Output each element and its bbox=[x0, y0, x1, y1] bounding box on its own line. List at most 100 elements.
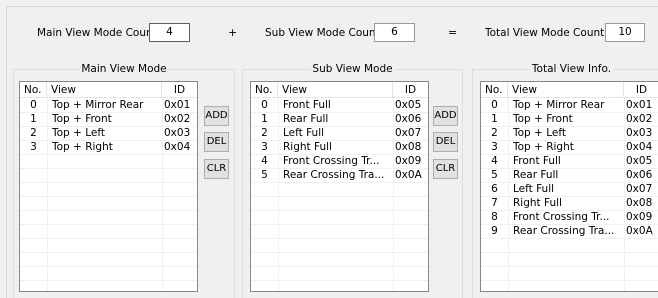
column-header[interactable]: No. bbox=[481, 82, 508, 98]
list-item-view: Top + Mirror Rear bbox=[513, 99, 605, 111]
list-item-view: Right Full bbox=[283, 141, 332, 153]
column-header[interactable]: ID bbox=[624, 82, 658, 98]
list-item-no: 0 bbox=[30, 99, 37, 111]
main-view-mode-title: Main View Mode bbox=[79, 63, 169, 75]
list-item[interactable]: 3 Top + Right 0x04 bbox=[481, 140, 658, 154]
list-item-no: 9 bbox=[491, 225, 498, 237]
list-item-no: 5 bbox=[261, 169, 268, 181]
list-item-no: 0 bbox=[261, 99, 268, 111]
sub-del-button[interactable]: DEL bbox=[433, 132, 458, 152]
sub-view-mode-title: Sub View Mode bbox=[310, 63, 395, 75]
total-count-field[interactable]: 10 bbox=[605, 23, 645, 42]
list-item-id: 0x09 bbox=[626, 211, 653, 223]
grid-line bbox=[20, 224, 197, 225]
main-count-label: Main View Mode Count bbox=[37, 27, 157, 39]
list-item-view: Left Full bbox=[513, 183, 555, 195]
list-item-view: Front Crossing Tr... bbox=[513, 211, 610, 223]
grid-line bbox=[251, 196, 428, 197]
grid-line bbox=[20, 280, 197, 281]
grid-line bbox=[251, 210, 428, 211]
plus-sign: + bbox=[228, 26, 238, 39]
list-item-id: 0x04 bbox=[626, 141, 653, 153]
column-header[interactable]: View bbox=[47, 82, 162, 98]
list-item-view: Top + Left bbox=[52, 127, 105, 139]
list-item-id: 0x01 bbox=[164, 99, 191, 111]
grid-line bbox=[251, 252, 428, 253]
total-view-list[interactable]: No. View ID 0 Top + Mirror Rear 0x01 1 Top + Fr… bbox=[480, 81, 658, 292]
list-item[interactable]: 2 Top + Left 0x03 bbox=[481, 126, 658, 140]
list-header: No. View ID bbox=[481, 82, 658, 98]
list-item-no: 2 bbox=[491, 127, 498, 139]
main-clr-button[interactable]: CLR bbox=[204, 159, 229, 179]
list-item[interactable]: 5 Rear Full 0x06 bbox=[481, 168, 658, 182]
grid-line bbox=[251, 266, 428, 267]
list-item[interactable]: 5 Rear Crossing Tra... 0x0A bbox=[251, 168, 428, 182]
list-item-view: Top + Left bbox=[513, 127, 566, 139]
list-item-no: 4 bbox=[261, 155, 268, 167]
column-header[interactable]: View bbox=[278, 82, 393, 98]
grid-line bbox=[481, 266, 658, 267]
column-header[interactable]: View bbox=[508, 82, 624, 98]
column-header[interactable]: ID bbox=[393, 82, 428, 98]
grid-line bbox=[20, 210, 197, 211]
list-item-no: 0 bbox=[491, 99, 498, 111]
list-item-id: 0x08 bbox=[395, 141, 422, 153]
grid-line bbox=[251, 224, 428, 225]
list-item-no: 7 bbox=[491, 197, 498, 209]
list-item[interactable]: 3 Right Full 0x08 bbox=[251, 140, 428, 154]
grid-line bbox=[481, 280, 658, 281]
list-item-view: Front Crossing Tr... bbox=[283, 155, 380, 167]
list-item[interactable]: 0 Top + Mirror Rear 0x01 bbox=[20, 98, 197, 112]
grid-line bbox=[251, 238, 428, 239]
list-item-view: Top + Front bbox=[513, 113, 573, 125]
list-item[interactable]: 8 Front Crossing Tr... 0x09 bbox=[481, 210, 658, 224]
list-item-id: 0x07 bbox=[395, 127, 422, 139]
list-item-id: 0x06 bbox=[626, 169, 653, 181]
list-item[interactable]: 1 Top + Front 0x02 bbox=[20, 112, 197, 126]
sub-clr-button[interactable]: CLR bbox=[433, 159, 458, 179]
list-item-no: 6 bbox=[491, 183, 498, 195]
grid-line bbox=[251, 182, 428, 183]
list-item[interactable]: 9 Rear Crossing Tra... 0x0A bbox=[481, 224, 658, 238]
list-item-id: 0x0A bbox=[626, 225, 653, 237]
list-item-no: 1 bbox=[30, 113, 37, 125]
sub-add-button[interactable]: ADD bbox=[433, 106, 458, 126]
list-item[interactable]: 0 Top + Mirror Rear 0x01 bbox=[481, 98, 658, 112]
list-item-id: 0x0A bbox=[395, 169, 422, 181]
list-item-view: Top + Right bbox=[52, 141, 113, 153]
list-item-view: Rear Full bbox=[513, 169, 559, 181]
list-item[interactable]: 3 Top + Right 0x04 bbox=[20, 140, 197, 154]
main-count-field[interactable]: 4 bbox=[149, 23, 190, 42]
list-item-view: Right Full bbox=[513, 197, 562, 209]
list-item-id: 0x06 bbox=[395, 113, 422, 125]
grid-line bbox=[481, 252, 658, 253]
list-item[interactable]: 6 Left Full 0x07 bbox=[481, 182, 658, 196]
list-item-id: 0x02 bbox=[626, 113, 653, 125]
list-item-view: Top + Right bbox=[513, 141, 574, 153]
list-item-view: Rear Full bbox=[283, 113, 329, 125]
list-item[interactable]: 7 Right Full 0x08 bbox=[481, 196, 658, 210]
list-item[interactable]: 2 Top + Left 0x03 bbox=[20, 126, 197, 140]
sub-count-label: Sub View Mode Count bbox=[265, 27, 380, 39]
sub-view-list[interactable]: No. View ID 0 Front Full 0x05 1 Rear Full 0x06 2 L… bbox=[250, 81, 429, 292]
grid-line bbox=[20, 238, 197, 239]
list-item-id: 0x05 bbox=[395, 99, 422, 111]
list-item-view: Front Full bbox=[513, 155, 561, 167]
list-item[interactable]: 0 Front Full 0x05 bbox=[251, 98, 428, 112]
list-item[interactable]: 1 Rear Full 0x06 bbox=[251, 112, 428, 126]
list-item[interactable]: 1 Top + Front 0x02 bbox=[481, 112, 658, 126]
list-item[interactable]: 4 Front Crossing Tr... 0x09 bbox=[251, 154, 428, 168]
list-item[interactable]: 4 Front Full 0x05 bbox=[481, 154, 658, 168]
column-header[interactable]: No. bbox=[251, 82, 278, 98]
list-item-id: 0x01 bbox=[626, 99, 653, 111]
column-header[interactable]: ID bbox=[162, 82, 197, 98]
sub-count-field[interactable]: 6 bbox=[374, 23, 415, 42]
main-add-button[interactable]: ADD bbox=[204, 106, 229, 126]
list-header: No. View ID bbox=[20, 82, 197, 98]
grid-line bbox=[20, 168, 197, 169]
main-view-list[interactable]: No. View ID 0 Top + Mirror Rear 0x01 1 Top + Fr… bbox=[19, 81, 198, 292]
column-header[interactable]: No. bbox=[20, 82, 47, 98]
list-item-no: 8 bbox=[491, 211, 498, 223]
list-item[interactable]: 2 Left Full 0x07 bbox=[251, 126, 428, 140]
main-del-button[interactable]: DEL bbox=[204, 132, 229, 152]
